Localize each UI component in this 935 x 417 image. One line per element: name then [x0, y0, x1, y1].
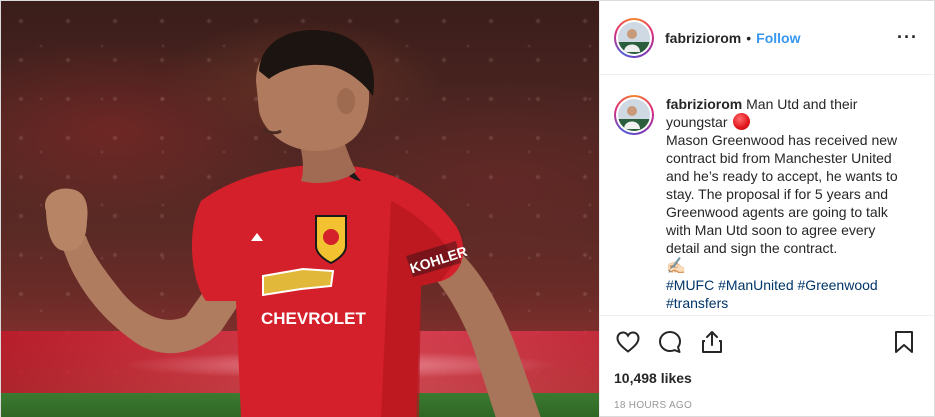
post-header: fabriziorom • Follow ···: [600, 1, 934, 75]
post-timestamp[interactable]: 18 HOURS AGO: [614, 400, 918, 411]
caption: fabriziorom Man Utd and their youngstar …: [666, 95, 906, 315]
more-options-icon[interactable]: ···: [897, 27, 918, 48]
sponsor-text: CHEVROLET: [261, 309, 366, 328]
red-circle-emoji-icon: [733, 113, 751, 130]
actions-area: 10,498 likes 18 HOURS AGO: [600, 315, 934, 416]
action-icons: [614, 316, 918, 368]
hashtag-manunited[interactable]: #ManUnited: [718, 277, 794, 293]
post-photo[interactable]: CHEVROLET KOHLER: [1, 1, 599, 417]
comment-icon[interactable]: [656, 328, 684, 356]
follow-button[interactable]: Follow: [756, 30, 800, 46]
player-illustration: CHEVROLET KOHLER: [45, 30, 541, 417]
hashtag-mufc[interactable]: #MUFC: [666, 277, 714, 293]
hashtag-greenwood[interactable]: #Greenwood: [798, 277, 878, 293]
username[interactable]: fabriziorom: [665, 30, 741, 46]
hashtag-transfers[interactable]: #transfers: [666, 295, 728, 311]
caption-avatar[interactable]: [614, 95, 654, 135]
writing-hand-emoji-icon: ✍🏻: [666, 258, 686, 275]
separator-dot: •: [746, 29, 752, 46]
caption-avatar-image: [618, 99, 650, 131]
likes-count[interactable]: 10,498 likes: [614, 370, 918, 386]
caption-body: Mason Greenwood has received new contrac…: [666, 132, 898, 256]
avatar-border: [616, 19, 652, 56]
caption-area: fabriziorom Man Utd and their youngstar …: [600, 75, 934, 315]
avatar[interactable]: [614, 17, 654, 58]
caption-avatar-border: [616, 97, 652, 133]
bookmark-icon[interactable]: [890, 328, 918, 356]
instagram-post: CHEVROLET KOHLER fabriziorom • Follow ··…: [0, 0, 935, 417]
share-icon[interactable]: [698, 328, 726, 356]
caption-username[interactable]: fabriziorom: [666, 96, 742, 112]
club-crest-icon: [315, 215, 347, 265]
heart-icon[interactable]: [614, 328, 642, 356]
avatar-image: [618, 21, 650, 54]
post-side-panel: fabriziorom • Follow ··· fabriziorom Man…: [599, 1, 934, 416]
